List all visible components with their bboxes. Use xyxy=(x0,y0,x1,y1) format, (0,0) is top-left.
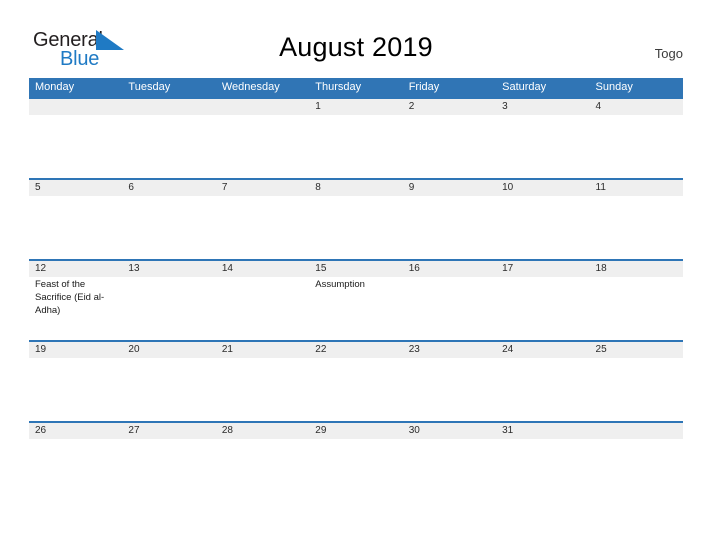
calendar-week-row: 5 6 7 8 9 10 11 xyxy=(29,178,683,259)
day-number: 24 xyxy=(502,344,514,355)
calendar-cell-day-18[interactable]: 18 xyxy=(590,261,683,340)
day-number: 27 xyxy=(128,425,140,436)
day-number: 19 xyxy=(35,344,47,355)
day-number: 5 xyxy=(35,182,41,193)
calendar-cell-empty xyxy=(590,423,683,502)
day-number: 30 xyxy=(408,425,420,436)
calendar-cell-day-21[interactable]: 21 xyxy=(216,342,309,421)
page-header: General Blue August 2019 Togo xyxy=(0,0,712,76)
day-number: 8 xyxy=(315,182,321,193)
day-number: 11 xyxy=(595,182,606,193)
calendar-cell-day-11[interactable]: 11 xyxy=(590,180,683,259)
calendar-cell-day-3[interactable]: 3 xyxy=(496,99,589,178)
weekday-header-friday: Friday xyxy=(408,81,440,93)
day-number: 26 xyxy=(35,425,47,436)
day-events: Feast of the Sacrifice (Eid al-Adha) xyxy=(35,278,117,317)
weekday-header-saturday: Saturday xyxy=(502,81,547,93)
calendar-cell-day-10[interactable]: 10 xyxy=(496,180,589,259)
calendar-cell-day-12[interactable]: 12 Feast of the Sacrifice (Eid al-Adha) xyxy=(29,261,122,340)
day-number: 25 xyxy=(595,344,607,355)
weekday-header-monday: Monday xyxy=(35,81,75,93)
day-number: 10 xyxy=(502,182,514,193)
calendar-cell-day-25[interactable]: 25 xyxy=(590,342,683,421)
calendar-weeks: 1 2 3 4 5 6 7 8 9 10 11 12 Feast of the Sacrifice (E… xyxy=(29,97,683,502)
calendar-table: Monday Tuesday Wednesday Thursday Friday Satu… xyxy=(29,78,683,502)
calendar-cell-day-1[interactable]: 1 xyxy=(309,99,402,178)
calendar-page: General Blue August 2019 Togo Monday Tues… xyxy=(0,0,712,550)
day-number: 17 xyxy=(502,263,514,274)
day-number: 18 xyxy=(595,263,607,274)
calendar-cell-empty xyxy=(122,99,215,178)
day-number: 31 xyxy=(502,425,514,436)
calendar-cell-day-27[interactable]: 27 xyxy=(122,423,215,502)
calendar-week-row: 26 27 28 29 30 31 xyxy=(29,421,683,502)
calendar-cell-day-19[interactable]: 19 xyxy=(29,342,122,421)
calendar-cell-day-22[interactable]: 22 xyxy=(309,342,402,421)
day-number: 6 xyxy=(128,182,134,193)
day-number: 13 xyxy=(128,263,140,274)
day-number: 12 xyxy=(35,263,47,274)
day-number: 20 xyxy=(128,344,140,355)
calendar-cell-day-6[interactable]: 6 xyxy=(122,180,215,259)
day-number: 29 xyxy=(315,425,327,436)
day-number: 23 xyxy=(408,344,420,355)
calendar-cell-day-4[interactable]: 4 xyxy=(590,99,683,178)
week-cells: 12 Feast of the Sacrifice (Eid al-Adha) 13… xyxy=(29,261,683,340)
day-events: Assumption xyxy=(315,278,397,291)
weekday-header-tuesday: Tuesday xyxy=(128,81,171,93)
event-label: Feast of the Sacrifice (Eid al-Adha) xyxy=(35,279,105,316)
event-label: Assumption xyxy=(315,279,365,290)
calendar-cell-empty xyxy=(216,99,309,178)
calendar-cell-day-20[interactable]: 20 xyxy=(122,342,215,421)
day-number: 3 xyxy=(502,101,508,112)
calendar-cell-day-8[interactable]: 8 xyxy=(309,180,402,259)
day-number: 16 xyxy=(408,263,420,274)
weekday-header-wednesday: Wednesday xyxy=(221,81,280,93)
week-cells: 19 20 21 22 23 24 25 xyxy=(29,342,683,421)
country-label: Togo xyxy=(654,46,683,61)
weekday-header-row: Monday Tuesday Wednesday Thursday Friday Satu… xyxy=(29,78,683,97)
day-number: 9 xyxy=(408,182,415,193)
calendar-cell-day-31[interactable]: 31 xyxy=(496,423,589,502)
day-number: 4 xyxy=(595,101,602,112)
calendar-cell-day-9[interactable]: 9 xyxy=(403,180,496,259)
day-number: 22 xyxy=(315,344,327,355)
weekday-header-thursday: Thursday xyxy=(315,81,362,93)
calendar-week-row: 1 2 3 4 xyxy=(29,97,683,178)
calendar-cell-empty xyxy=(29,99,122,178)
calendar-cell-day-17[interactable]: 17 xyxy=(496,261,589,340)
calendar-cell-day-2[interactable]: 2 xyxy=(403,99,496,178)
calendar-cell-day-14[interactable]: 14 xyxy=(216,261,309,340)
calendar-cell-day-24[interactable]: 24 xyxy=(496,342,589,421)
calendar-cell-day-15[interactable]: 15 Assumption xyxy=(309,261,402,340)
calendar-cell-day-30[interactable]: 30 xyxy=(403,423,496,502)
weekday-header-sunday: Sunday xyxy=(595,81,633,93)
day-number: 7 xyxy=(221,182,228,193)
calendar-cell-day-28[interactable]: 28 xyxy=(216,423,309,502)
page-title: August 2019 xyxy=(279,32,433,62)
calendar-cell-day-16[interactable]: 16 xyxy=(403,261,496,340)
day-number: 28 xyxy=(221,425,233,436)
calendar-cell-day-29[interactable]: 29 xyxy=(309,423,402,502)
calendar-week-row: 12 Feast of the Sacrifice (Eid al-Adha) 13… xyxy=(29,259,683,340)
day-number: 1 xyxy=(315,101,321,112)
day-number: 2 xyxy=(408,101,415,112)
calendar-cell-day-5[interactable]: 5 xyxy=(29,180,122,259)
day-number: 15 xyxy=(315,263,327,274)
calendar-cell-day-26[interactable]: 26 xyxy=(29,423,122,502)
calendar-week-row: 19 20 21 22 23 24 25 xyxy=(29,340,683,421)
calendar-cell-day-7[interactable]: 7 xyxy=(216,180,309,259)
calendar-cell-day-13[interactable]: 13 xyxy=(122,261,215,340)
day-number: 14 xyxy=(221,263,233,274)
week-cells: 26 27 28 29 30 31 xyxy=(29,423,683,502)
week-cells: 1 2 3 4 xyxy=(29,99,683,178)
calendar-cell-day-23[interactable]: 23 xyxy=(403,342,496,421)
week-cells: 5 6 7 8 9 10 11 xyxy=(29,180,683,259)
day-number: 21 xyxy=(221,344,233,355)
